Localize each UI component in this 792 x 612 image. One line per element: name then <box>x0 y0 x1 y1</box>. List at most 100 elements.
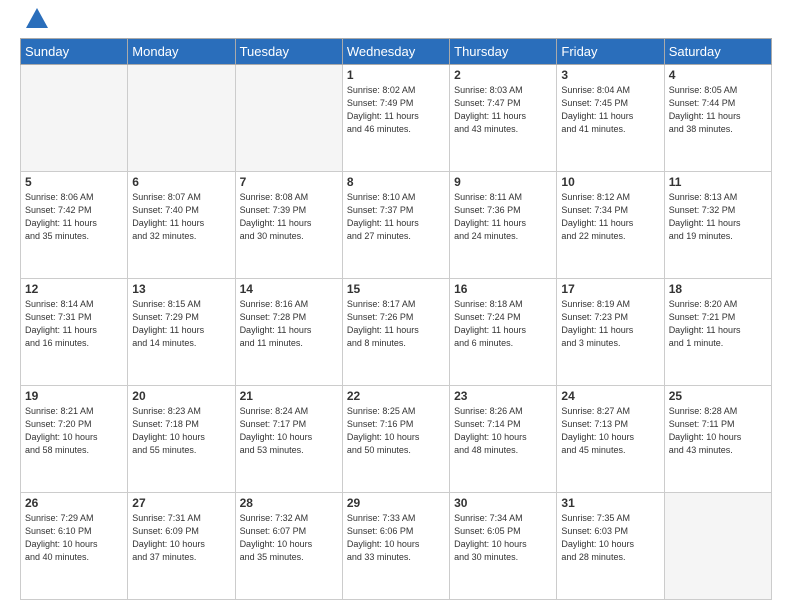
day-info: Sunrise: 8:26 AM Sunset: 7:14 PM Dayligh… <box>454 405 552 457</box>
day-number: 23 <box>454 389 552 403</box>
day-info: Sunrise: 8:17 AM Sunset: 7:26 PM Dayligh… <box>347 298 445 350</box>
week-row-1: 5Sunrise: 8:06 AM Sunset: 7:42 PM Daylig… <box>21 172 772 279</box>
calendar-cell <box>21 65 128 172</box>
week-row-0: 1 Sunrise: 8:02 AM Sunset: 7:49 PM Daylig… <box>21 65 772 172</box>
calendar-table: SundayMondayTuesdayWednesdayThursdayFrid… <box>20 38 772 600</box>
weekday-header-thursday: Thursday <box>450 39 557 65</box>
day-info: Sunrise: 7:35 AM Sunset: 6:03 PM Dayligh… <box>561 512 659 564</box>
week-row-4: 26 Sunrise: 7:29 AM Sunset: 6:10 PM Dayli… <box>21 493 772 600</box>
calendar-cell: 15 Sunrise: 8:17 AM Sunset: 7:26 PM Dayli… <box>342 279 449 386</box>
day-number: 15 <box>347 282 445 296</box>
day-info: Sunrise: 7:33 AM Sunset: 6:06 PM Dayligh… <box>347 512 445 564</box>
calendar-cell: 25 Sunrise: 8:28 AM Sunset: 7:11 PM Dayli… <box>664 386 771 493</box>
day-number: 29 <box>347 496 445 510</box>
day-number: 2 <box>454 68 552 82</box>
day-info: Sunrise: 8:27 AM Sunset: 7:13 PM Dayligh… <box>561 405 659 457</box>
weekday-header-tuesday: Tuesday <box>235 39 342 65</box>
weekday-header-friday: Friday <box>557 39 664 65</box>
day-info: Sunrise: 8:05 AM Sunset: 7:44 PM Dayligh… <box>669 84 767 136</box>
day-info: Sunrise: 8:24 AM Sunset: 7:17 PM Dayligh… <box>240 405 338 457</box>
calendar-cell: 14 Sunrise: 8:16 AM Sunset: 7:28 PM Dayli… <box>235 279 342 386</box>
day-info: Sunrise: 8:10 AM Sunset: 7:37 PM Dayligh… <box>347 191 445 243</box>
week-row-3: 19 Sunrise: 8:21 AM Sunset: 7:20 PM Dayli… <box>21 386 772 493</box>
day-info: Sunrise: 8:19 AM Sunset: 7:23 PM Dayligh… <box>561 298 659 350</box>
day-number: 9 <box>454 175 552 189</box>
logo-icon <box>26 8 48 28</box>
weekday-header-row: SundayMondayTuesdayWednesdayThursdayFrid… <box>21 39 772 65</box>
day-number: 16 <box>454 282 552 296</box>
calendar-cell: 4 Sunrise: 8:05 AM Sunset: 7:44 PM Daylig… <box>664 65 771 172</box>
week-row-2: 12 Sunrise: 8:14 AM Sunset: 7:31 PM Dayli… <box>21 279 772 386</box>
day-info: Sunrise: 8:12 AM Sunset: 7:34 PM Dayligh… <box>561 191 659 243</box>
logo <box>20 16 48 28</box>
day-number: 22 <box>347 389 445 403</box>
day-number: 17 <box>561 282 659 296</box>
day-info: Sunrise: 8:15 AM Sunset: 7:29 PM Dayligh… <box>132 298 230 350</box>
day-number: 19 <box>25 389 123 403</box>
day-number: 24 <box>561 389 659 403</box>
page: SundayMondayTuesdayWednesdayThursdayFrid… <box>0 0 792 612</box>
day-info: Sunrise: 8:28 AM Sunset: 7:11 PM Dayligh… <box>669 405 767 457</box>
calendar-cell: 22 Sunrise: 8:25 AM Sunset: 7:16 PM Dayli… <box>342 386 449 493</box>
day-number: 21 <box>240 389 338 403</box>
day-number: 3 <box>561 68 659 82</box>
calendar-cell: 12 Sunrise: 8:14 AM Sunset: 7:31 PM Dayli… <box>21 279 128 386</box>
day-info: Sunrise: 7:34 AM Sunset: 6:05 PM Dayligh… <box>454 512 552 564</box>
calendar-cell: 18Sunrise: 8:20 AM Sunset: 7:21 PM Dayli… <box>664 279 771 386</box>
calendar-cell: 10Sunrise: 8:12 AM Sunset: 7:34 PM Dayli… <box>557 172 664 279</box>
calendar-cell: 5Sunrise: 8:06 AM Sunset: 7:42 PM Daylig… <box>21 172 128 279</box>
day-info: Sunrise: 8:21 AM Sunset: 7:20 PM Dayligh… <box>25 405 123 457</box>
day-number: 12 <box>25 282 123 296</box>
calendar-cell <box>664 493 771 600</box>
day-info: Sunrise: 8:25 AM Sunset: 7:16 PM Dayligh… <box>347 405 445 457</box>
day-info: Sunrise: 8:16 AM Sunset: 7:28 PM Dayligh… <box>240 298 338 350</box>
day-info: Sunrise: 7:29 AM Sunset: 6:10 PM Dayligh… <box>25 512 123 564</box>
day-number: 30 <box>454 496 552 510</box>
day-number: 20 <box>132 389 230 403</box>
calendar-cell: 16 Sunrise: 8:18 AM Sunset: 7:24 PM Dayli… <box>450 279 557 386</box>
calendar-cell: 1 Sunrise: 8:02 AM Sunset: 7:49 PM Daylig… <box>342 65 449 172</box>
calendar-cell: 28 Sunrise: 7:32 AM Sunset: 6:07 PM Dayli… <box>235 493 342 600</box>
day-info: Sunrise: 8:23 AM Sunset: 7:18 PM Dayligh… <box>132 405 230 457</box>
calendar-cell: 20 Sunrise: 8:23 AM Sunset: 7:18 PM Dayli… <box>128 386 235 493</box>
calendar-cell: 13 Sunrise: 8:15 AM Sunset: 7:29 PM Dayli… <box>128 279 235 386</box>
calendar-cell: 17 Sunrise: 8:19 AM Sunset: 7:23 PM Dayli… <box>557 279 664 386</box>
day-number: 25 <box>669 389 767 403</box>
day-info: Sunrise: 8:02 AM Sunset: 7:49 PM Dayligh… <box>347 84 445 136</box>
day-info: Sunrise: 8:06 AM Sunset: 7:42 PM Dayligh… <box>25 191 123 243</box>
day-info: Sunrise: 8:14 AM Sunset: 7:31 PM Dayligh… <box>25 298 123 350</box>
day-info: Sunrise: 8:13 AM Sunset: 7:32 PM Dayligh… <box>669 191 767 243</box>
calendar-cell: 19 Sunrise: 8:21 AM Sunset: 7:20 PM Dayli… <box>21 386 128 493</box>
calendar-cell: 26 Sunrise: 7:29 AM Sunset: 6:10 PM Dayli… <box>21 493 128 600</box>
day-number: 18 <box>669 282 767 296</box>
day-info: Sunrise: 8:11 AM Sunset: 7:36 PM Dayligh… <box>454 191 552 243</box>
weekday-header-monday: Monday <box>128 39 235 65</box>
calendar-cell: 31Sunrise: 7:35 AM Sunset: 6:03 PM Dayli… <box>557 493 664 600</box>
weekday-header-saturday: Saturday <box>664 39 771 65</box>
day-info: Sunrise: 7:32 AM Sunset: 6:07 PM Dayligh… <box>240 512 338 564</box>
calendar-cell: 29 Sunrise: 7:33 AM Sunset: 6:06 PM Dayli… <box>342 493 449 600</box>
calendar-cell <box>235 65 342 172</box>
calendar-cell <box>128 65 235 172</box>
day-number: 28 <box>240 496 338 510</box>
weekday-header-wednesday: Wednesday <box>342 39 449 65</box>
day-number: 4 <box>669 68 767 82</box>
day-info: Sunrise: 8:04 AM Sunset: 7:45 PM Dayligh… <box>561 84 659 136</box>
day-number: 26 <box>25 496 123 510</box>
day-info: Sunrise: 8:18 AM Sunset: 7:24 PM Dayligh… <box>454 298 552 350</box>
day-number: 13 <box>132 282 230 296</box>
calendar-cell: 6Sunrise: 8:07 AM Sunset: 7:40 PM Daylig… <box>128 172 235 279</box>
header <box>20 16 772 28</box>
calendar-cell: 21 Sunrise: 8:24 AM Sunset: 7:17 PM Dayli… <box>235 386 342 493</box>
calendar-cell: 24 Sunrise: 8:27 AM Sunset: 7:13 PM Dayli… <box>557 386 664 493</box>
day-number: 14 <box>240 282 338 296</box>
calendar-cell: 23 Sunrise: 8:26 AM Sunset: 7:14 PM Dayli… <box>450 386 557 493</box>
day-number: 27 <box>132 496 230 510</box>
calendar-cell: 8 Sunrise: 8:10 AM Sunset: 7:37 PM Daylig… <box>342 172 449 279</box>
calendar-cell: 3 Sunrise: 8:04 AM Sunset: 7:45 PM Daylig… <box>557 65 664 172</box>
day-number: 1 <box>347 68 445 82</box>
calendar-cell: 7Sunrise: 8:08 AM Sunset: 7:39 PM Daylig… <box>235 172 342 279</box>
day-number: 8 <box>347 175 445 189</box>
calendar-cell: 9 Sunrise: 8:11 AM Sunset: 7:36 PM Daylig… <box>450 172 557 279</box>
day-info: Sunrise: 7:31 AM Sunset: 6:09 PM Dayligh… <box>132 512 230 564</box>
